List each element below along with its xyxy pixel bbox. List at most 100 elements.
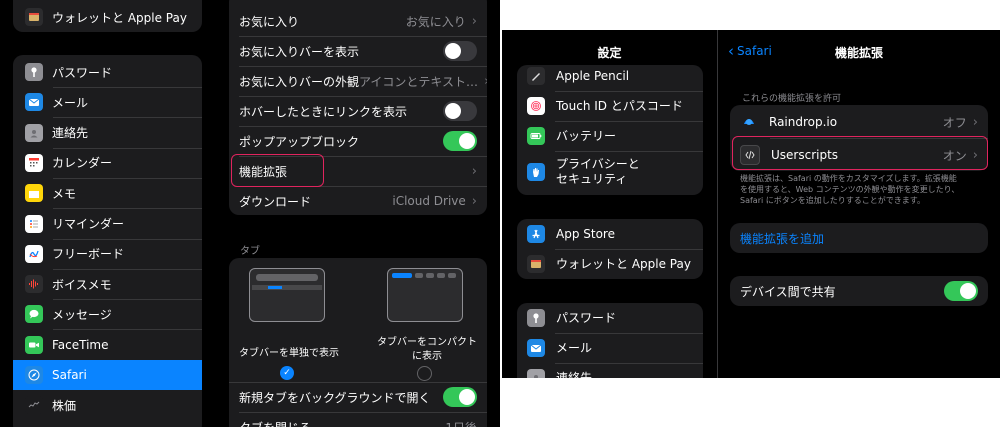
toggle-switch[interactable] bbox=[443, 131, 477, 151]
sidebar-item-appstore[interactable]: App Store bbox=[517, 219, 703, 249]
reminders-icon bbox=[25, 214, 43, 233]
row-label: お気に入り bbox=[239, 14, 300, 29]
sidebar-item-mail[interactable]: メール bbox=[517, 333, 703, 363]
battery-icon bbox=[527, 127, 545, 145]
toggle-switch[interactable] bbox=[443, 41, 477, 61]
stocks-icon bbox=[25, 396, 43, 415]
sidebar-item-10[interactable]: Safari bbox=[13, 360, 202, 390]
sidebar-item-label: プライバシーと セキュリティ bbox=[556, 157, 640, 186]
toggle-switch[interactable] bbox=[443, 101, 477, 121]
key-icon bbox=[25, 63, 43, 81]
close-tabs-row[interactable]: タブを閉じる 1日後 bbox=[229, 412, 487, 427]
chevron-right-icon: › bbox=[471, 163, 477, 179]
sidebar-item-1[interactable]: メール bbox=[13, 87, 202, 117]
row-value: お気に入り bbox=[405, 14, 466, 29]
hand-icon bbox=[527, 163, 545, 181]
share-toggle[interactable] bbox=[944, 281, 978, 301]
row-label: お気に入りバーの外観 bbox=[239, 74, 360, 89]
sidebar-item-label: Safari bbox=[52, 368, 87, 382]
radio-unselected-icon[interactable] bbox=[417, 366, 432, 381]
sidebar-item-5[interactable]: リマインダー bbox=[13, 209, 202, 239]
sidebar-item-8[interactable]: メッセージ bbox=[13, 299, 202, 329]
key-icon bbox=[527, 309, 545, 327]
sidebar-item-2[interactable]: 連絡先 bbox=[13, 118, 202, 148]
sidebar-item-pencil[interactable]: Apple Pencil bbox=[517, 65, 703, 91]
sidebar-item-11[interactable]: 株価 bbox=[13, 390, 202, 420]
notes-icon bbox=[25, 184, 43, 203]
chevron-right-icon: › bbox=[972, 114, 978, 130]
sidebar-group-1: Apple Pencil Touch ID とパスコード バッテリープライバシーと … bbox=[517, 65, 703, 195]
extension-status: オフ bbox=[942, 115, 967, 130]
tab-option-label: タブバーをコンパクト に表示 bbox=[377, 337, 477, 362]
sidebar-item-label: カレンダー bbox=[52, 156, 113, 171]
userscripts-highlight bbox=[732, 136, 988, 170]
settings-row-2[interactable]: お気に入りバーの外観アイコンとテキスト… › bbox=[229, 66, 487, 96]
tab-option-separate[interactable]: タブバーを単独で表示 ✓ bbox=[239, 268, 339, 380]
background-tabs-toggle[interactable] bbox=[443, 387, 477, 407]
add-extension-label: 機能拡張を追加 bbox=[740, 231, 825, 246]
settings-row-4[interactable]: ポップアップブロック bbox=[229, 126, 487, 156]
left-screenshot: ウォレットと Apple Pay パスワードメール連絡先カレンダーメモリマインダ… bbox=[0, 0, 500, 427]
sidebar-item-label: 連絡先 bbox=[52, 126, 89, 141]
sidebar-item-label: ボイスメモ bbox=[52, 277, 112, 292]
sidebar-item-key[interactable]: パスワード bbox=[517, 303, 703, 333]
sidebar-item-fingerprint[interactable]: Touch ID とパスコード bbox=[517, 91, 703, 121]
extensions-footnote: 機能拡張は、Safari の動作をカスタマイズします。拡張機能 を使用すると、W… bbox=[740, 174, 960, 205]
sidebar-item-0[interactable]: パスワード bbox=[13, 57, 202, 87]
row-label: ポップアップブロック bbox=[239, 134, 360, 149]
row-label: デバイス間で共有 bbox=[740, 284, 836, 299]
settings-row-3[interactable]: ホバーしたときにリンクを表示 bbox=[229, 96, 487, 126]
sidebar-item-contacts[interactable]: 連絡先 bbox=[517, 363, 703, 378]
share-group: デバイス間で共有 bbox=[730, 276, 988, 306]
tab-option-compact[interactable]: タブバーをコンパクト に表示 bbox=[377, 268, 477, 381]
chevron-right-icon: › bbox=[471, 193, 477, 209]
sidebar-item-4[interactable]: メモ bbox=[13, 178, 202, 208]
sidebar-top-group: ウォレットと Apple Pay bbox=[13, 0, 202, 32]
sidebar-item-wallet[interactable]: ウォレットと Apple Pay bbox=[517, 249, 703, 279]
mail-icon bbox=[527, 339, 545, 357]
wallet-icon bbox=[25, 8, 43, 26]
sidebar-item-battery[interactable]: バッテリー bbox=[517, 121, 703, 151]
freeform-icon bbox=[25, 244, 43, 263]
sidebar-item-label: 株価 bbox=[52, 398, 77, 413]
settings-row-1[interactable]: お気に入りバーを表示 bbox=[229, 36, 487, 66]
sidebar-item-label: App Store bbox=[556, 226, 615, 241]
sidebar-item-label: 連絡先 bbox=[556, 370, 593, 379]
appstore-icon bbox=[527, 225, 545, 243]
right-sidebar: 設定 Apple Pencil Touch ID とパスコード バッテリー プライバシ… bbox=[502, 30, 717, 378]
add-extension-group: 機能拡張を追加 bbox=[730, 223, 988, 253]
sidebar-item-label: フリーボード bbox=[52, 247, 125, 262]
right-screenshot: 設定 Apple Pencil Touch ID とパスコード バッテリー プライバシ… bbox=[502, 30, 1000, 378]
tabs-section-header: タブ bbox=[240, 246, 260, 257]
messages-icon bbox=[25, 305, 43, 324]
share-across-devices-row: デバイス間で共有 bbox=[730, 276, 988, 306]
sidebar-item-label: ウォレットと Apple Pay bbox=[52, 10, 187, 25]
sidebar-group-2: App Store ウォレットと Apple Pay bbox=[517, 219, 703, 279]
sidebar-item-6[interactable]: フリーボード bbox=[13, 239, 202, 269]
sidebar-group-3: パスワードメール連絡先 bbox=[517, 303, 703, 378]
settings-row-6[interactable]: ダウンロード iCloud Drive › bbox=[229, 186, 487, 215]
settings-row-0[interactable]: お気に入り お気に入り › bbox=[229, 6, 487, 36]
contacts-icon bbox=[25, 123, 43, 142]
tab-layout-preview bbox=[249, 268, 325, 322]
sidebar-item-hand[interactable]: プライバシーと セキュリティ bbox=[517, 151, 703, 193]
extension-row-raindrop[interactable]: Raindrop.io オフ › bbox=[730, 106, 988, 138]
row-label: ダウンロード bbox=[239, 194, 312, 209]
sidebar-item-9[interactable]: FaceTime bbox=[13, 330, 202, 360]
detail-title: 機能拡張 bbox=[834, 46, 883, 60]
row-label: ホバーしたときにリンクを表示 bbox=[239, 104, 408, 119]
sidebar-item-7[interactable]: ボイスメモ bbox=[13, 269, 202, 299]
sidebar-item-label: メモ bbox=[52, 186, 77, 201]
contacts-icon bbox=[527, 369, 545, 378]
pencil-icon bbox=[527, 67, 545, 85]
radio-selected-icon[interactable]: ✓ bbox=[280, 366, 294, 380]
sidebar-item-wallet[interactable]: ウォレットと Apple Pay bbox=[13, 2, 202, 32]
sidebar-item-label: FaceTime bbox=[52, 337, 109, 352]
sidebar-item-label: パスワード bbox=[52, 65, 113, 80]
add-extension-button[interactable]: 機能拡張を追加 bbox=[730, 223, 988, 253]
sidebar-item-label: パスワード bbox=[556, 310, 617, 325]
detail-pane: ‹ Safari 機能拡張 これらの機能拡張を許可 Raindrop.io オフ… bbox=[718, 30, 1000, 378]
sidebar-item-3[interactable]: カレンダー bbox=[13, 148, 202, 178]
allow-section-header: これらの機能拡張を許可 bbox=[742, 94, 842, 104]
row-value: 1日後 bbox=[445, 419, 477, 427]
